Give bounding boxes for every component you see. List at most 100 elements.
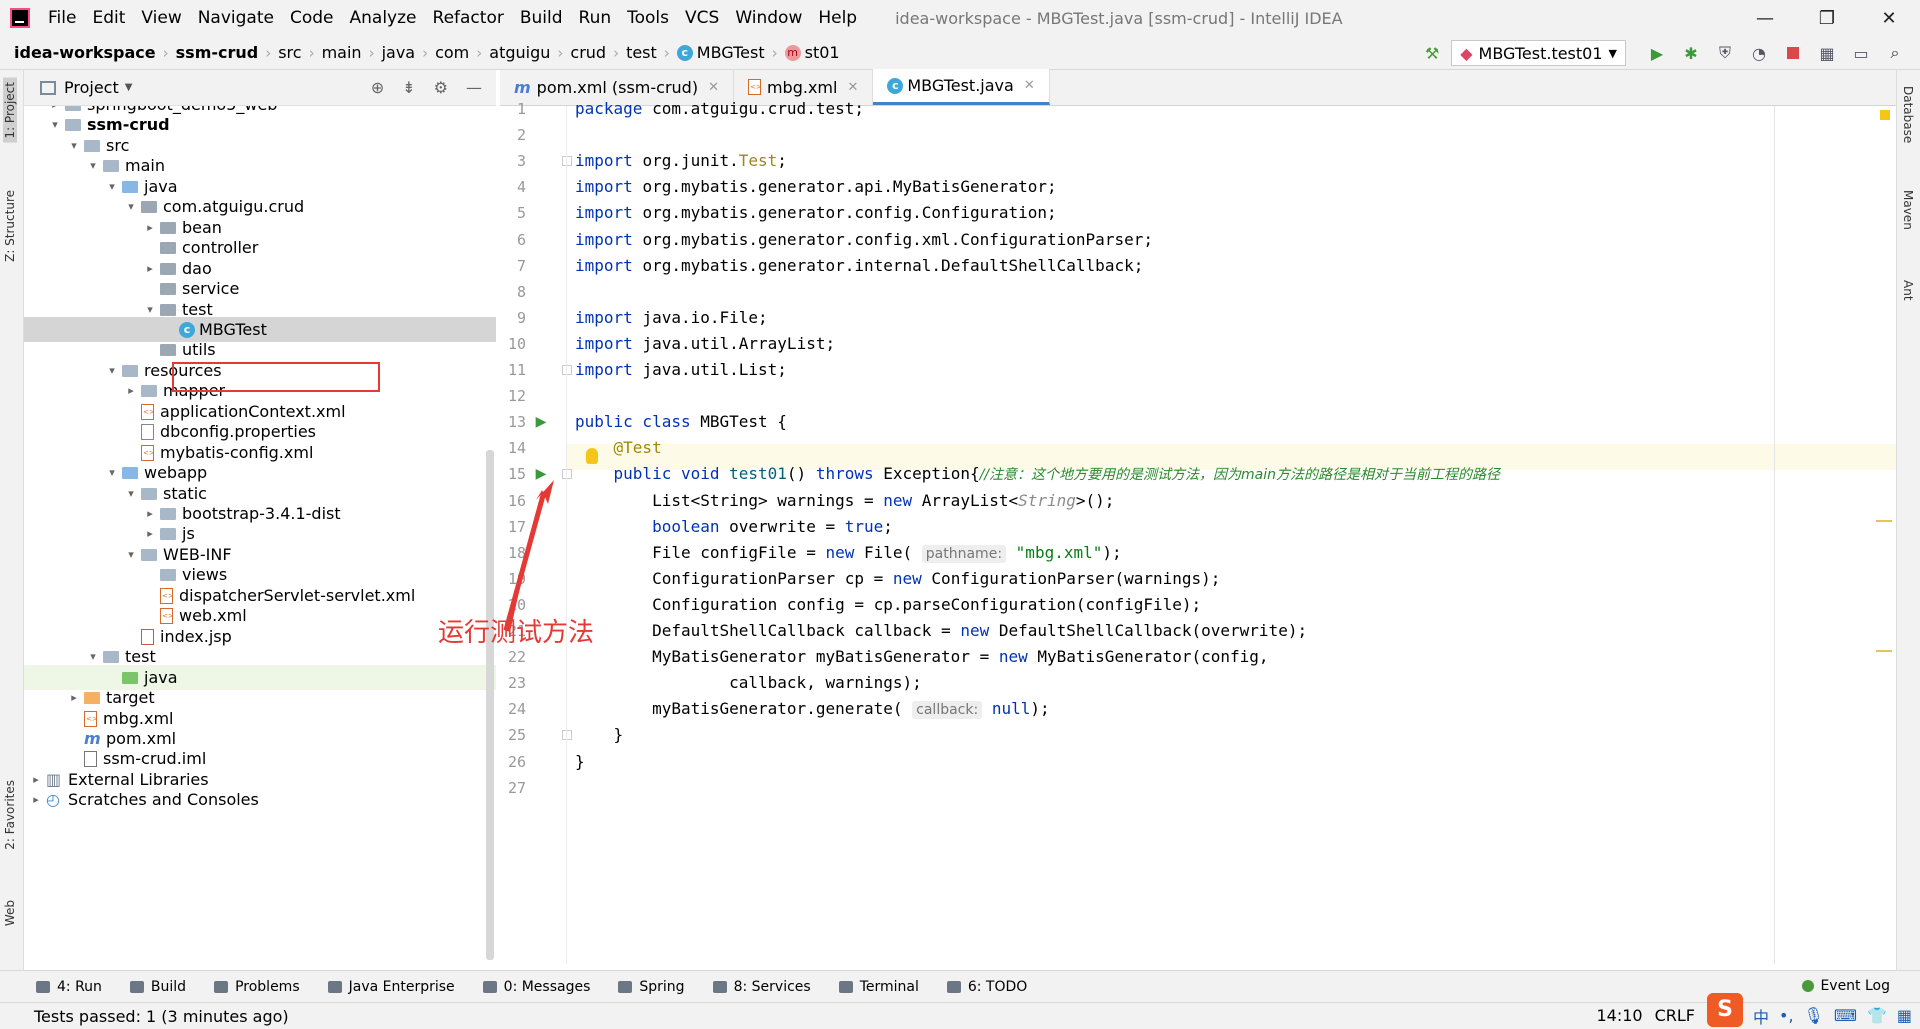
menu-help[interactable]: Help xyxy=(810,8,865,28)
status-message[interactable]: Tests passed: 1 (3 minutes ago) xyxy=(34,1007,289,1026)
menu-build[interactable]: Build xyxy=(512,8,571,28)
bottom-tool-todo[interactable]: 6: TODO xyxy=(946,979,1027,995)
expand-arrow-icon[interactable]: ▸ xyxy=(66,691,82,704)
tree-scrollbar[interactable] xyxy=(486,450,494,960)
menu-refactor[interactable]: Refactor xyxy=(425,8,512,28)
menu-navigate[interactable]: Navigate xyxy=(190,8,282,28)
close-icon[interactable]: ✕ xyxy=(1858,0,1920,36)
breadcrumb-item[interactable]: atguigu xyxy=(489,43,550,62)
close-tab-icon[interactable]: ✕ xyxy=(847,80,858,95)
run-configuration-select[interactable]: ◆ MBGTest.test01 ▼ xyxy=(1451,40,1626,66)
expand-arrow-icon[interactable]: ▾ xyxy=(104,180,120,193)
search-icon[interactable]: ⌕ xyxy=(1880,39,1910,67)
tree-item[interactable]: ▸ ◴ Scratches and Consoles xyxy=(24,787,496,812)
project-panel-title[interactable]: Project xyxy=(64,78,119,97)
expand-arrow-icon[interactable]: ▾ xyxy=(123,200,139,213)
build-hammer-icon[interactable]: ⚒ xyxy=(1417,39,1447,67)
tool-tab-web[interactable]: Web xyxy=(3,900,17,926)
line-separator[interactable]: CRLF xyxy=(1655,1006,1695,1025)
expand-arrow-icon[interactable]: ▸ xyxy=(28,773,44,786)
menu-run[interactable]: Run xyxy=(571,8,620,28)
hide-panel-icon[interactable]: — xyxy=(466,78,482,97)
punctuation-icon[interactable]: •, xyxy=(1779,1006,1794,1025)
inspection-status-icon[interactable] xyxy=(1880,110,1890,120)
keyboard-icon[interactable]: ⌨ xyxy=(1834,1006,1857,1025)
tool-tab-project[interactable]: 1: Project xyxy=(3,78,17,143)
expand-arrow-icon[interactable]: ▸ xyxy=(142,507,158,520)
breadcrumb-item[interactable]: main xyxy=(322,43,362,62)
bottom-tool-java-ee[interactable]: Java Enterprise xyxy=(327,979,455,995)
stop-icon[interactable] xyxy=(1778,39,1808,67)
menu-file[interactable]: File xyxy=(40,8,84,28)
tool-tab-structure[interactable]: Z: Structure xyxy=(3,190,17,262)
profile-icon[interactable]: ◔ xyxy=(1744,39,1774,67)
fold-marker-icon[interactable] xyxy=(562,365,572,375)
bottom-tool-run[interactable]: 4: Run xyxy=(36,979,102,995)
bottom-tool-problems[interactable]: Problems xyxy=(214,979,300,995)
menu-code[interactable]: Code xyxy=(282,8,342,28)
breadcrumb-item[interactable]: com xyxy=(435,43,469,62)
expand-arrow-icon[interactable]: ▸ xyxy=(142,527,158,540)
code-editor[interactable]: 1 2 3 4 5 6 7 8 9 10 11 12 13 14 15 16 17 18 19 20 21 22 23 24 2… xyxy=(500,99,1900,964)
event-log-tab[interactable]: Event Log xyxy=(1802,970,1890,1002)
expand-arrow-icon[interactable]: ▾ xyxy=(85,159,101,172)
restore-icon[interactable]: ❐ xyxy=(1796,0,1858,36)
collapse-all-icon[interactable]: ⇟ xyxy=(402,78,415,97)
expand-arrow-icon[interactable]: ▸ xyxy=(123,384,139,397)
menu-grid-icon[interactable]: ▦ xyxy=(1897,1006,1912,1025)
breadcrumb-item[interactable]: java xyxy=(382,43,416,62)
expand-arrow-icon[interactable]: ▸ xyxy=(28,793,44,806)
menu-edit[interactable]: Edit xyxy=(84,8,133,28)
sogou-logo-icon[interactable]: S xyxy=(1707,992,1743,1027)
fold-marker-icon[interactable] xyxy=(562,156,572,166)
menu-vcs[interactable]: VCS xyxy=(677,8,727,28)
menu-tools[interactable]: Tools xyxy=(619,8,677,28)
minimize-icon[interactable]: — xyxy=(1734,0,1796,36)
bottom-tool-terminal[interactable]: Terminal xyxy=(838,979,919,995)
warning-stripe[interactable] xyxy=(1876,520,1892,522)
breadcrumb-item[interactable]: idea-workspace xyxy=(14,43,156,62)
breadcrumb-item[interactable]: crud xyxy=(570,43,606,62)
fold-marker-icon[interactable] xyxy=(562,730,572,740)
expand-arrow-icon[interactable]: ▸ xyxy=(142,262,158,275)
menu-view[interactable]: View xyxy=(133,8,189,28)
breadcrumb-item[interactable]: ssm-crud xyxy=(176,43,259,62)
run-icon[interactable]: ▶ xyxy=(1642,39,1672,67)
breadcrumb-item[interactable]: test xyxy=(626,43,657,62)
expand-arrow-icon[interactable]: ▾ xyxy=(104,364,120,377)
expand-arrow-icon[interactable]: ▾ xyxy=(104,466,120,479)
expand-arrow-icon[interactable]: ▾ xyxy=(142,303,158,316)
project-structure-icon[interactable]: ▦ xyxy=(1812,39,1842,67)
layout-icon[interactable]: ▭ xyxy=(1846,39,1876,67)
tool-tab-maven[interactable]: Maven xyxy=(1901,190,1915,230)
ime-language[interactable]: 中 xyxy=(1753,1004,1769,1028)
coverage-icon[interactable]: ⛨ xyxy=(1710,39,1740,67)
tool-tab-favorites[interactable]: 2: Favorites xyxy=(3,780,17,850)
breadcrumb-item[interactable]: m st01 xyxy=(784,43,840,62)
microphone-icon[interactable]: 🎙 xyxy=(1804,1006,1824,1025)
close-tab-icon[interactable]: ✕ xyxy=(708,80,719,95)
fold-marker-icon[interactable] xyxy=(562,469,572,479)
debug-icon[interactable]: ✱ xyxy=(1676,39,1706,67)
bottom-tool-messages[interactable]: 0: Messages xyxy=(482,979,590,995)
locate-icon[interactable]: ⊕ xyxy=(371,78,384,97)
bottom-tool-spring[interactable]: Spring xyxy=(618,979,685,995)
expand-arrow-icon[interactable]: ▾ xyxy=(85,650,101,663)
editor-tab[interactable]: c MBGTest.java ✕ xyxy=(873,69,1050,105)
breadcrumb-item[interactable]: src xyxy=(278,43,301,62)
expand-arrow-icon[interactable]: ▸ xyxy=(142,221,158,234)
close-tab-icon[interactable]: ✕ xyxy=(1024,78,1035,93)
breadcrumb-item[interactable]: c MBGTest xyxy=(676,43,765,62)
bottom-tool-services[interactable]: 8: Services xyxy=(712,979,811,995)
tool-tab-database[interactable]: Database xyxy=(1901,86,1915,143)
menu-analyze[interactable]: Analyze xyxy=(342,8,425,28)
expand-arrow-icon[interactable]: ▾ xyxy=(123,548,139,561)
menu-window[interactable]: Window xyxy=(727,8,810,28)
expand-arrow-icon[interactable]: ▾ xyxy=(123,487,139,500)
tool-tab-ant[interactable]: Ant xyxy=(1901,280,1915,301)
expand-arrow-icon[interactable]: ▾ xyxy=(66,139,82,152)
expand-arrow-icon[interactable]: ▸ xyxy=(47,106,63,111)
gear-icon[interactable]: ⚙ xyxy=(434,78,448,97)
warning-stripe[interactable] xyxy=(1876,650,1892,652)
run-test-gutter-icon[interactable]: ▶ xyxy=(532,413,550,431)
